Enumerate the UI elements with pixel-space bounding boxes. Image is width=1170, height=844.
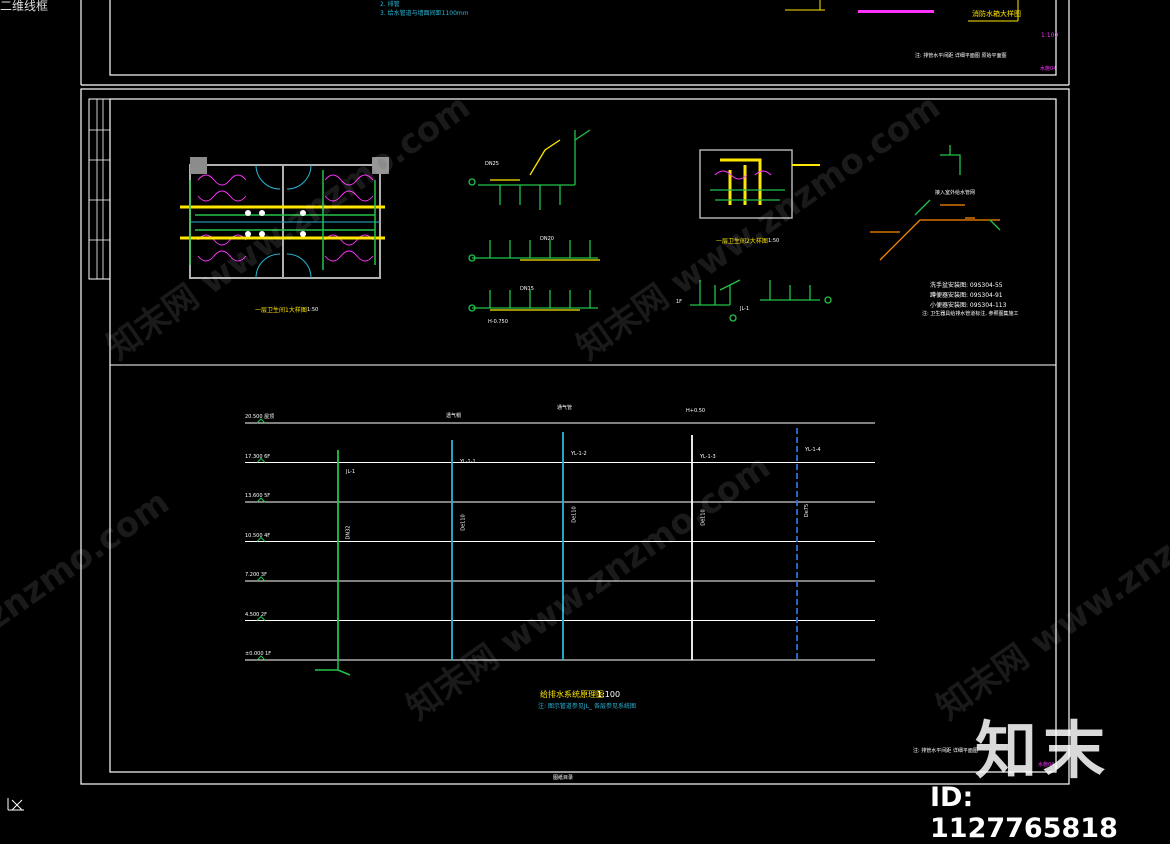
atlas-line-1: 洗手盆安装图: 09S304-55 <box>930 282 1003 289</box>
sheet-footer-note: 注: 排管水平间距 详细平面图 <box>913 748 978 754</box>
viewport-label[interactable]: 二维线框 <box>0 0 48 12</box>
riser-size: De75 <box>804 503 811 518</box>
atlas-line-2: 蹲便器安装图: 09S304-91 <box>930 292 1003 299</box>
riser-top-label: 透气帽 <box>446 413 462 419</box>
top-note-1: 2. 排管 <box>380 1 400 8</box>
iso-label: H-0.750 <box>488 319 508 325</box>
top-sheet-frame <box>80 0 1070 86</box>
riser-outlet <box>315 660 351 676</box>
iso-label: DN15 <box>520 286 534 292</box>
riser-label: JL-1 <box>346 469 356 475</box>
plan1-title: 一层卫生间1大样图 <box>255 307 307 314</box>
floor-elevation-label: 7.200 3F <box>245 572 267 578</box>
riser-label: YL-1-1 <box>460 459 476 465</box>
riser-label: YL-1-2 <box>571 451 587 457</box>
riser-title: 给排水系统原理图 <box>540 690 604 699</box>
top-sheet-no: 水施04 <box>1040 66 1057 72</box>
atlas-line-3: 小便器安装图: 09S304-113 <box>930 302 1007 309</box>
iso-label: JL-1 <box>740 306 750 312</box>
isometric-meter <box>870 145 1001 261</box>
riser-note: 注: 图示管道参见JL_ 各层参见系统图 <box>538 703 636 710</box>
riser-scale: 1:100 <box>597 690 621 699</box>
top-sheet-footer: 注: 排管水平间距 详细平面图 原始平面图 <box>915 53 1007 59</box>
floor-elevation-label: 13.600 5F <box>245 493 271 499</box>
isometric-drawings <box>468 129 600 312</box>
iso-label: 接入室外给水管网 <box>935 190 976 196</box>
atlas-note: 注: 卫生器具给排水管道标注, 参照图集施工 <box>922 311 1019 317</box>
plan1-scale: 1:50 <box>307 307 319 313</box>
top-note-2: 3. 给水管道与墙面间距1100mm <box>380 10 469 17</box>
floor-elevation-label: 4.500 2F <box>245 611 267 618</box>
floor-elevation-label: 20.500 屋顶 <box>245 414 275 420</box>
top-sheet-scale: 1:100 <box>1041 32 1059 39</box>
riser-label: YL-1-4 <box>805 447 821 453</box>
riser-top-label: 通气管 <box>557 405 573 411</box>
iso-label: DN20 <box>540 236 554 242</box>
brand-logo: 知末 <box>975 714 1112 787</box>
main-sheet-frame <box>80 88 1070 785</box>
ucs-axis-icon <box>7 798 24 811</box>
riser-top-label: H+0.50 <box>686 408 706 414</box>
sheet-bottom-label: 图纸目录 <box>553 775 574 781</box>
floor-elevation-label: 17.300 6F <box>245 453 271 460</box>
floor-elevation-label: ±0.000 1F <box>245 651 272 657</box>
iso-label: DN25 <box>485 161 499 167</box>
riser-size: De110 <box>571 506 578 523</box>
riser-size: De110 <box>460 514 467 531</box>
riser-label: YL-1-3 <box>700 454 716 460</box>
floor-elevation-label: 10.500 4F <box>245 532 271 539</box>
riser-size: DN32 <box>345 525 352 540</box>
top-sheet-title: 消防水箱大样图 <box>972 10 1021 18</box>
